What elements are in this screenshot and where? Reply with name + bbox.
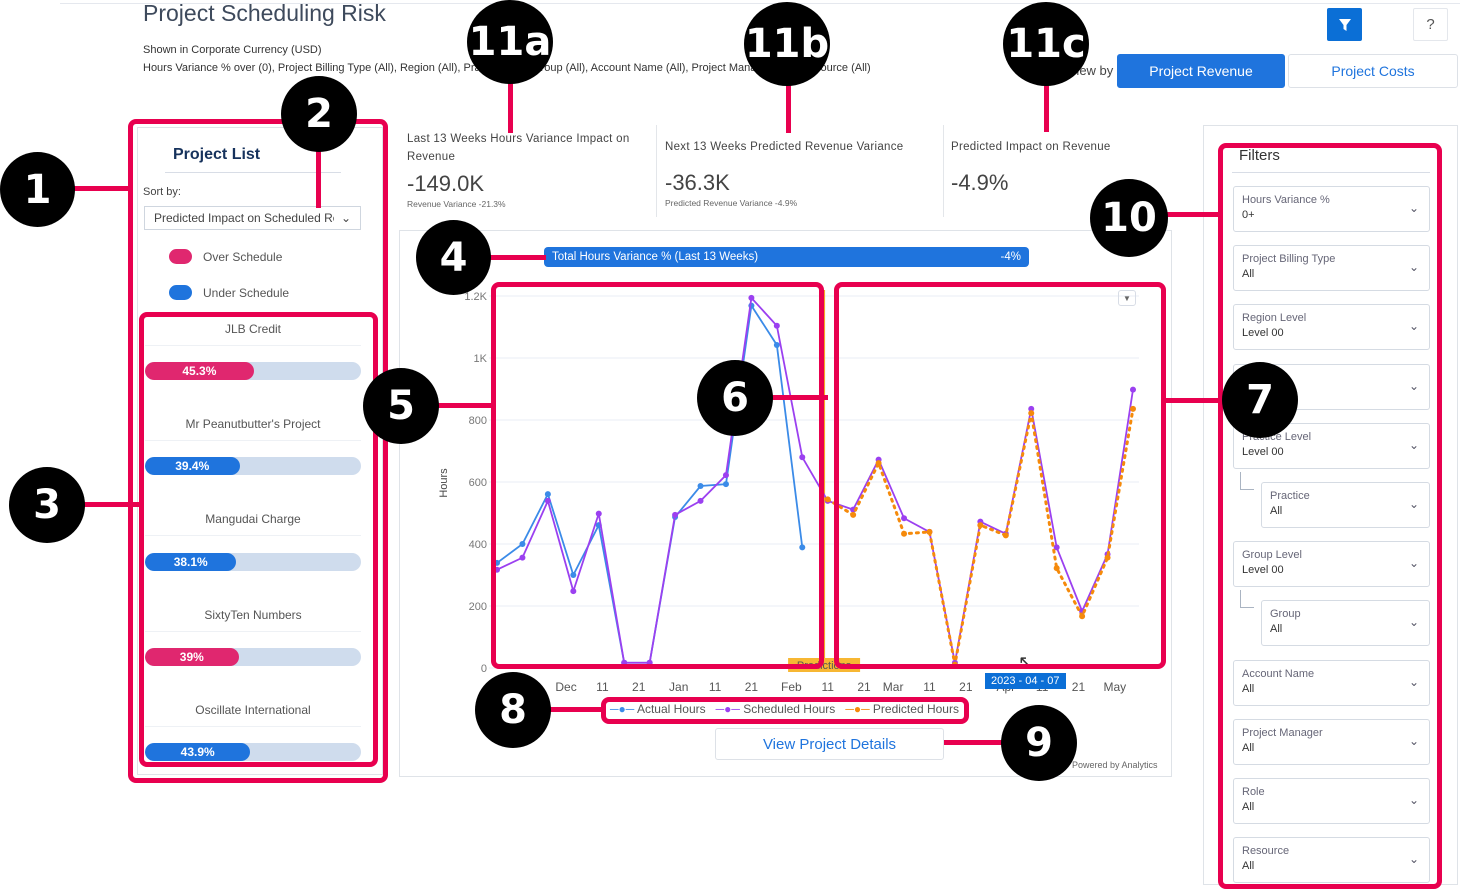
callout-badge-11a: 11a xyxy=(467,0,553,84)
callout-line xyxy=(488,255,546,260)
y-tick-label: 1K xyxy=(474,353,488,365)
y-tick-label: 1.2K xyxy=(464,291,487,303)
y-tick-label: 0 xyxy=(481,663,487,675)
callout-badge-2: 2 xyxy=(281,76,357,152)
funnel-icon xyxy=(1338,18,1351,31)
callout-line xyxy=(1166,398,1222,403)
x-tick-label: 11 xyxy=(596,680,609,694)
data-point xyxy=(824,496,831,503)
kpi-divider xyxy=(943,125,944,217)
powered-by-label: Powered by Analytics xyxy=(1072,760,1158,770)
callout-badge-1: 1 xyxy=(0,152,75,227)
y-tick-label: 400 xyxy=(469,539,487,551)
callout-badge-8: 8 xyxy=(475,672,551,748)
x-tick-label: 11 xyxy=(709,680,722,694)
kpi-sub: Revenue Variance -21.3% xyxy=(407,199,506,209)
callout-line xyxy=(316,148,321,208)
x-tick-label: 21 xyxy=(1072,680,1086,694)
y-tick-label: 200 xyxy=(469,601,487,613)
filter-button[interactable] xyxy=(1327,8,1362,41)
kpi-last-13-weeks: Last 13 Weeks Hours Variance Impact on R… xyxy=(407,130,647,209)
callout-box-projects xyxy=(139,312,378,767)
callout-line xyxy=(82,502,140,507)
x-tick-label: 11 xyxy=(821,680,834,694)
help-button[interactable]: ? xyxy=(1413,8,1448,41)
callout-line xyxy=(770,395,828,400)
callout-line xyxy=(786,82,791,133)
callout-line xyxy=(548,707,602,712)
callout-badge-4: 4 xyxy=(416,220,491,295)
kpi-title: Next 13 Weeks Predicted Revenue Variance xyxy=(665,141,904,153)
callout-line xyxy=(72,186,130,191)
callout-line xyxy=(1044,82,1049,132)
kpi-sub: Predicted Revenue Variance -4.9% xyxy=(665,198,798,208)
x-tick-label: Feb xyxy=(781,680,802,694)
x-tick-label: 11 xyxy=(923,680,936,694)
callout-badge-3: 3 xyxy=(9,467,85,543)
callout-badge-9: 9 xyxy=(1001,705,1077,781)
kpi-divider xyxy=(656,125,657,217)
callout-badge-7: 7 xyxy=(1222,362,1298,438)
callout-badge-11c: 11c xyxy=(1003,2,1089,86)
kpi-title: Last 13 Weeks Hours Variance Impact on R… xyxy=(407,133,630,163)
currency-note: Shown in Corporate Currency (USD) xyxy=(143,44,322,56)
kpi-value: -36.3K xyxy=(665,170,730,195)
x-tick-label: Jan xyxy=(669,680,688,694)
y-tick-label: 600 xyxy=(469,477,487,489)
view-project-revenue-button[interactable]: Project Revenue xyxy=(1117,54,1285,88)
x-tick-label: May xyxy=(1103,680,1126,694)
kpi-title: Predicted Impact on Revenue xyxy=(951,141,1111,153)
hover-date-tooltip: 2023 - 04 - 07 xyxy=(985,673,1066,689)
y-axis-label: Hours xyxy=(438,468,450,498)
callout-badge-10: 10 xyxy=(1090,179,1168,257)
y-tick-label: 800 xyxy=(469,415,487,427)
x-tick-label: 21 xyxy=(959,680,973,694)
page-title: Project Scheduling Risk xyxy=(143,0,386,26)
callout-badge-11b: 11b xyxy=(744,2,830,86)
callout-box-legend xyxy=(601,697,969,724)
x-tick-label: Mar xyxy=(883,680,904,694)
callout-line xyxy=(944,740,1004,745)
x-tick-label: 21 xyxy=(632,680,646,694)
callout-line xyxy=(1164,212,1220,217)
view-project-costs-button[interactable]: Project Costs xyxy=(1288,54,1458,88)
callout-line xyxy=(508,80,513,133)
x-tick-label: 21 xyxy=(745,680,759,694)
callout-badge-6: 6 xyxy=(697,360,773,436)
callout-box-predicted-chart xyxy=(834,282,1166,669)
kpi-next-13-weeks: Next 13 Weeks Predicted Revenue Variance… xyxy=(665,138,935,208)
callout-line xyxy=(436,403,492,408)
kpi-value: -149.0K xyxy=(407,171,485,196)
x-tick-label: 21 xyxy=(857,680,871,694)
callout-box-historical-chart xyxy=(491,282,824,669)
x-tick-label: Dec xyxy=(555,680,576,694)
callout-badge-5: 5 xyxy=(363,368,439,444)
callout-box-filters xyxy=(1218,143,1442,889)
view-project-details-button[interactable]: View Project Details xyxy=(715,728,944,760)
